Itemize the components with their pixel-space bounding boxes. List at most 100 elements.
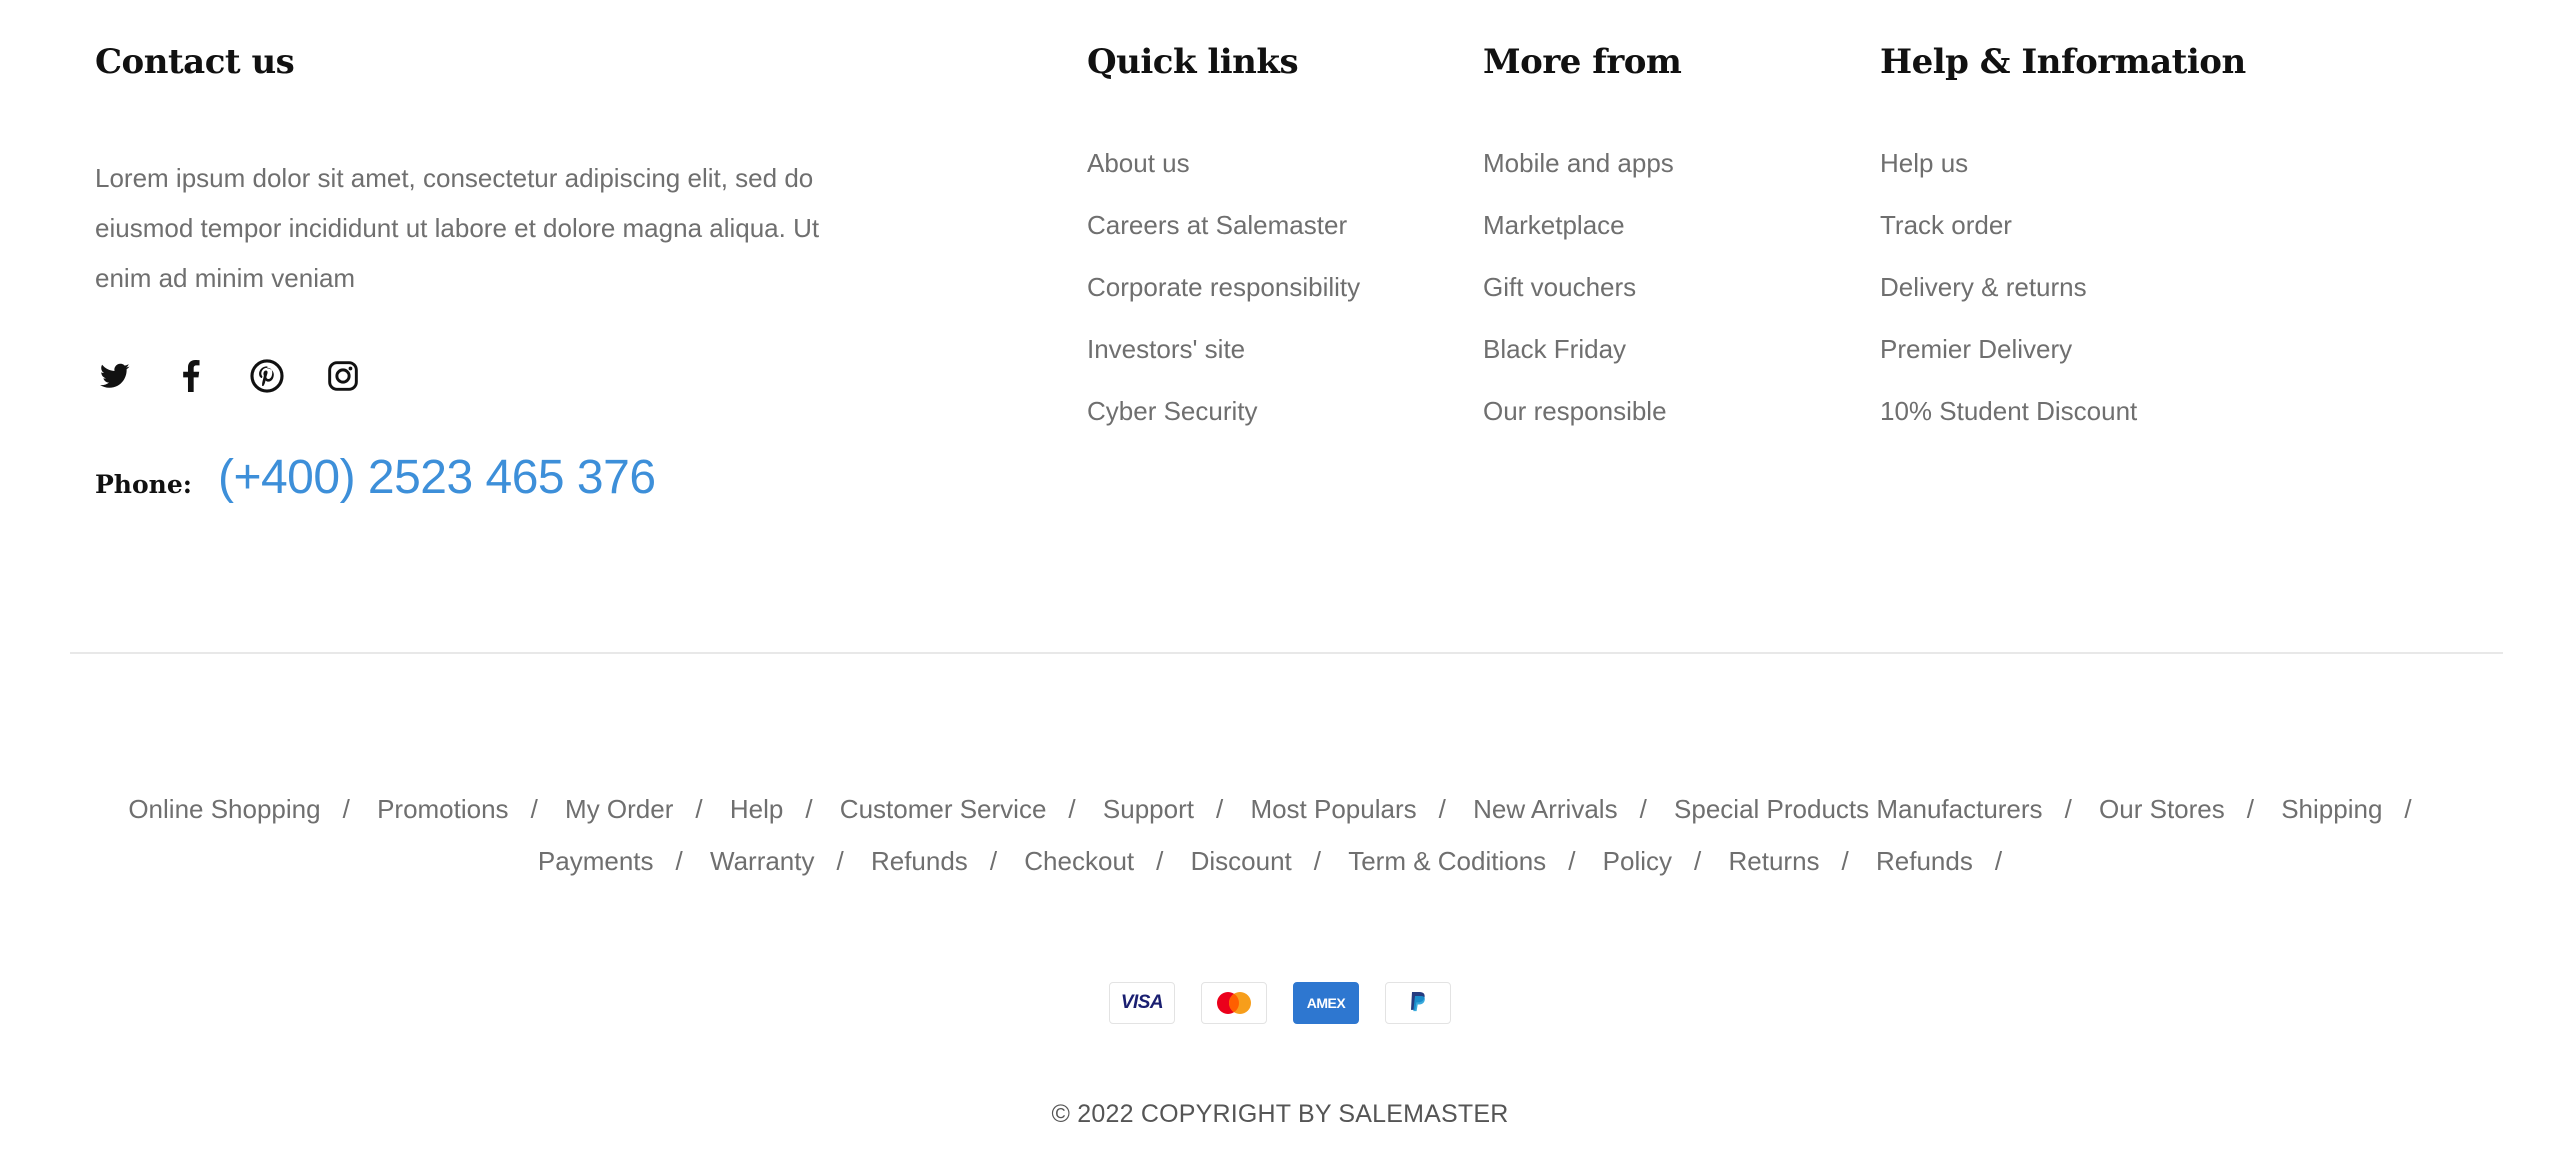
- bottom-link[interactable]: Refunds: [871, 846, 968, 876]
- more-link-gift-vouchers[interactable]: Gift vouchers: [1483, 272, 1636, 302]
- footer-link-item: Corporate responsibility: [1087, 267, 1360, 329]
- help-link-student-discount[interactable]: 10% Student Discount: [1880, 396, 2137, 426]
- bottom-link-item: Warranty /: [710, 835, 864, 887]
- bottom-link-item: Refunds /: [1876, 835, 2022, 887]
- bottom-link-item: Special Products Manufacturers /: [1674, 783, 2092, 835]
- quick-link-corporate-responsibility[interactable]: Corporate responsibility: [1087, 272, 1360, 302]
- link-separator: /: [2404, 794, 2412, 824]
- footer-link-item: Our responsible: [1483, 391, 1674, 453]
- bottom-link[interactable]: Discount: [1191, 846, 1292, 876]
- link-separator: /: [695, 794, 703, 824]
- link-separator: /: [530, 794, 538, 824]
- help-link-delivery-returns[interactable]: Delivery & returns: [1880, 272, 2087, 302]
- phone-label: Phone:: [95, 470, 192, 499]
- bottom-link[interactable]: Promotions: [377, 794, 509, 824]
- bottom-link[interactable]: Returns: [1728, 846, 1819, 876]
- link-separator: /: [1313, 846, 1321, 876]
- contact-heading: Contact us: [95, 42, 295, 82]
- help-link-premier-delivery[interactable]: Premier Delivery: [1880, 334, 2072, 364]
- bottom-link[interactable]: Help: [730, 794, 783, 824]
- footer-link-item: Black Friday: [1483, 329, 1674, 391]
- link-separator: /: [1639, 794, 1647, 824]
- bottom-link[interactable]: Customer Service: [840, 794, 1047, 824]
- help-link-help-us[interactable]: Help us: [1880, 148, 1968, 178]
- facebook-link[interactable]: [171, 356, 211, 396]
- link-separator: /: [1568, 846, 1576, 876]
- bottom-link[interactable]: Refunds: [1876, 846, 1973, 876]
- bottom-link-item: Discount /: [1191, 835, 1341, 887]
- bottom-link[interactable]: Most Populars: [1250, 794, 1416, 824]
- contact-description: Lorem ipsum dolor sit amet, consectetur …: [95, 163, 820, 293]
- footer-link-item: About us: [1087, 143, 1360, 205]
- facebook-icon: [183, 360, 200, 392]
- more-link-our-responsible[interactable]: Our responsible: [1483, 396, 1667, 426]
- more-link-black-friday[interactable]: Black Friday: [1483, 334, 1626, 364]
- footer-link-item: Gift vouchers: [1483, 267, 1674, 329]
- link-separator: /: [836, 846, 844, 876]
- bottom-link[interactable]: Checkout: [1024, 846, 1134, 876]
- instagram-icon: [328, 361, 358, 391]
- pinterest-link[interactable]: [247, 356, 287, 396]
- quick-link-about-us[interactable]: About us: [1087, 148, 1190, 178]
- link-separator: /: [675, 846, 683, 876]
- bottom-link-item: Refunds /: [871, 835, 1017, 887]
- link-separator: /: [2246, 794, 2254, 824]
- twitter-link[interactable]: [95, 356, 135, 396]
- quick-links-heading: Quick links: [1087, 42, 1299, 82]
- footer-link-item: Premier Delivery: [1880, 329, 2137, 391]
- bottom-link[interactable]: Shipping: [2281, 794, 2382, 824]
- quick-link-careers[interactable]: Careers at Salemaster: [1087, 210, 1347, 240]
- link-separator: /: [2064, 794, 2072, 824]
- phone-number-link[interactable]: (+400) 2523 465 376: [218, 450, 656, 505]
- link-separator: /: [1438, 794, 1446, 824]
- bottom-link-item: Returns /: [1728, 835, 1868, 887]
- footer-link-item: Careers at Salemaster: [1087, 205, 1360, 267]
- bottom-link[interactable]: Payments: [538, 846, 654, 876]
- visa-label: VISA: [1120, 992, 1164, 1013]
- instagram-link[interactable]: [323, 356, 363, 396]
- quick-link-investors-site[interactable]: Investors' site: [1087, 334, 1245, 364]
- more-link-marketplace[interactable]: Marketplace: [1483, 210, 1625, 240]
- link-separator: /: [1068, 794, 1076, 824]
- bottom-link[interactable]: Online Shopping: [128, 794, 320, 824]
- bottom-link-item: Promotions /: [377, 783, 558, 835]
- link-separator: /: [1841, 846, 1849, 876]
- more-link-mobile-apps[interactable]: Mobile and apps: [1483, 148, 1674, 178]
- help-information-list: Help us Track order Delivery & returns P…: [1880, 143, 2137, 453]
- link-separator: /: [805, 794, 813, 824]
- help-information-heading: Help & Information: [1880, 42, 2246, 82]
- bottom-link[interactable]: New Arrivals: [1473, 794, 1617, 824]
- bottom-link[interactable]: My Order: [565, 794, 673, 824]
- pinterest-icon: [250, 359, 284, 393]
- bottom-link[interactable]: Warranty: [710, 846, 815, 876]
- help-link-track-order[interactable]: Track order: [1880, 210, 2012, 240]
- bottom-link-item: Checkout /: [1024, 835, 1183, 887]
- paypal-icon: [1385, 982, 1451, 1024]
- twitter-icon: [100, 363, 130, 388]
- bottom-link-item: Shipping /: [2281, 783, 2431, 835]
- bottom-link[interactable]: Support: [1103, 794, 1194, 824]
- bottom-links-bar: Online Shopping / Promotions / My Order / H…: [100, 783, 2460, 887]
- bottom-link-item: Online Shopping /: [128, 783, 370, 835]
- footer-divider: [70, 652, 2503, 654]
- footer-link-item: Marketplace: [1483, 205, 1674, 267]
- link-separator: /: [1156, 846, 1164, 876]
- more-from-heading: More from: [1483, 42, 1682, 82]
- bottom-link-item: My Order /: [565, 783, 723, 835]
- bottom-link[interactable]: Policy: [1603, 846, 1672, 876]
- bottom-link-item: Most Populars /: [1250, 783, 1465, 835]
- footer-link-item: Mobile and apps: [1483, 143, 1674, 205]
- bottom-link[interactable]: Our Stores: [2099, 794, 2225, 824]
- link-separator: /: [989, 846, 998, 876]
- amex-label: AMEX: [1306, 995, 1346, 1011]
- bottom-link-item: Support /: [1103, 783, 1243, 835]
- bottom-link-item: New Arrivals /: [1473, 783, 1667, 835]
- bottom-link[interactable]: Term & Coditions: [1348, 846, 1546, 876]
- bottom-link-item: Term & Coditions /: [1348, 835, 1595, 887]
- footer-link-item: 10% Student Discount: [1880, 391, 2137, 453]
- bottom-link-item: Payments /: [538, 835, 703, 887]
- bottom-link[interactable]: Special Products Manufacturers: [1674, 794, 2043, 824]
- social-links: [95, 356, 363, 396]
- quick-link-cyber-security[interactable]: Cyber Security: [1087, 396, 1258, 426]
- visa-icon: VISA: [1109, 982, 1175, 1024]
